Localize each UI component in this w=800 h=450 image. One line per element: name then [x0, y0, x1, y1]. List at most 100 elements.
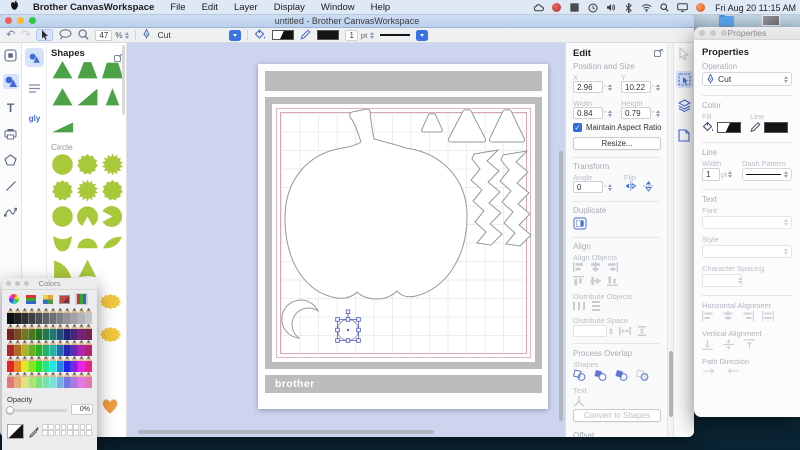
shape-item-scallop[interactable]	[101, 179, 124, 202]
x-stepper[interactable]	[607, 83, 612, 91]
desktop-file-icon[interactable]	[762, 15, 780, 26]
undo-icon[interactable]: ↶	[6, 30, 15, 41]
pencil-color[interactable]	[56, 356, 64, 372]
line-style-dropdown-button[interactable]	[416, 29, 429, 41]
edit-panel-icon[interactable]	[676, 71, 693, 88]
x-input[interactable]: 2.96	[573, 81, 603, 93]
operation-combo[interactable]: Cut	[702, 72, 792, 86]
text-valign-middle-icon[interactable]	[723, 339, 734, 350]
volume-icon[interactable]	[605, 2, 616, 13]
text-align-left-icon[interactable]	[702, 311, 714, 321]
pencil-color[interactable]	[14, 372, 22, 388]
distribute-v-icon[interactable]	[591, 301, 601, 311]
pencil-color[interactable]	[49, 356, 57, 372]
align-center-icon[interactable]	[590, 262, 601, 272]
pencil-color[interactable]	[21, 356, 29, 372]
orange-app-icon[interactable]	[695, 2, 706, 13]
text-valign-bottom-icon[interactable]	[702, 339, 713, 350]
polygon-tool[interactable]	[3, 152, 19, 167]
spotlight-icon[interactable]	[659, 2, 670, 13]
shape-item-lens-down[interactable]	[51, 231, 74, 254]
pencil-color[interactable]	[7, 356, 15, 372]
pencil-color[interactable]	[42, 356, 50, 372]
pencil-color[interactable]	[63, 340, 71, 356]
curve-tool[interactable]	[3, 204, 19, 219]
path-ltr-icon[interactable]	[702, 367, 716, 375]
triangle-shape-small[interactable]	[421, 113, 443, 133]
pencil-color[interactable]	[35, 340, 43, 356]
line-pen-icon[interactable]	[300, 28, 311, 42]
redo-icon[interactable]: ↷	[21, 30, 30, 41]
flip-vertical-icon[interactable]	[642, 180, 655, 194]
stroke-width-stepper[interactable]	[370, 31, 375, 39]
pencil-color[interactable]	[70, 324, 78, 340]
angle-input[interactable]: 0	[573, 181, 603, 193]
pointer-panel-icon[interactable]	[678, 46, 690, 65]
category-basic-shapes-icon[interactable]	[25, 48, 44, 67]
pencil-color[interactable]	[56, 340, 64, 356]
saved-swatch-cell[interactable]	[73, 430, 79, 436]
zoom-stepper[interactable]	[125, 31, 130, 39]
y-input[interactable]: 10.22	[621, 81, 651, 93]
space-h-icon[interactable]	[619, 326, 631, 336]
y-stepper[interactable]	[655, 83, 660, 91]
flip-horizontal-icon[interactable]	[624, 180, 637, 194]
pencil-color[interactable]	[49, 372, 57, 388]
text-align-right-icon[interactable]	[742, 311, 754, 321]
shape-item-heart[interactable]	[98, 395, 122, 416]
pencil-color[interactable]	[35, 324, 43, 340]
shape-item-burst[interactable]	[101, 153, 124, 176]
saved-swatch-cell[interactable]	[42, 424, 48, 430]
menu-item-file[interactable]: File	[162, 2, 193, 13]
opacity-value-box[interactable]: 0%	[71, 404, 93, 415]
distribute-h-icon[interactable]	[573, 301, 585, 311]
shape-item-pacman-down[interactable]	[76, 205, 99, 228]
canvas-area[interactable]: brother	[127, 43, 565, 437]
fill-bucket-icon[interactable]	[254, 28, 266, 42]
shapes-tool[interactable]	[2, 74, 19, 89]
pencil-color[interactable]	[21, 324, 29, 340]
pencil-color[interactable]	[70, 340, 78, 356]
menu-app-name[interactable]: Brother CanvasWorkspace	[25, 2, 162, 13]
shape-item-trapezoid[interactable]	[76, 58, 99, 81]
pencil-color[interactable]	[14, 324, 22, 340]
pencil-color[interactable]	[70, 372, 78, 388]
intersect-icon[interactable]	[615, 369, 628, 381]
current-color-swatch[interactable]	[7, 424, 24, 439]
pencil-color[interactable]	[56, 324, 64, 340]
text-align-center-icon[interactable]	[722, 311, 734, 321]
saved-swatch-cell[interactable]	[86, 430, 92, 436]
operation-dropdown-button[interactable]	[229, 29, 242, 41]
saved-swatch-cell[interactable]	[54, 430, 61, 436]
pencil-color[interactable]	[28, 324, 36, 340]
pencil-color[interactable]	[85, 372, 93, 388]
shape-item-ramp[interactable]	[51, 112, 74, 135]
apple-menu-icon[interactable]	[0, 0, 25, 14]
pencil-color[interactable]	[70, 356, 78, 372]
pencil-color[interactable]	[28, 356, 36, 372]
color-image-icon[interactable]	[58, 293, 71, 305]
pencil-color[interactable]	[35, 308, 43, 324]
weld-icon[interactable]	[573, 369, 586, 381]
text-justify-icon[interactable]	[762, 311, 774, 321]
pencil-color[interactable]	[49, 308, 57, 324]
edit-detach-icon[interactable]	[654, 48, 664, 59]
pencil-color[interactable]	[77, 356, 86, 372]
menu-item-display[interactable]: Display	[266, 2, 313, 13]
space-v-icon[interactable]	[637, 326, 647, 336]
saved-swatch-cell[interactable]	[86, 424, 92, 430]
menu-clock[interactable]: Fri Aug 20 11:15 AM	[713, 3, 796, 13]
wifi-icon[interactable]	[641, 2, 652, 13]
shape-item-oval-scallop[interactable]	[98, 293, 122, 314]
font-combo[interactable]	[702, 216, 792, 229]
pencil-color[interactable]	[28, 372, 36, 388]
shape-item-pacman-left[interactable]	[101, 205, 124, 228]
height-input[interactable]: 0.79	[621, 107, 651, 119]
maintain-aspect-checkbox[interactable]: ✓	[573, 123, 582, 132]
pencil-color[interactable]	[56, 308, 64, 324]
pencil-color[interactable]	[85, 324, 93, 340]
zigzag-shape-2[interactable]	[499, 150, 532, 247]
pencil-color[interactable]	[70, 308, 78, 324]
color-wheel-icon[interactable]	[7, 293, 20, 305]
import-tool[interactable]	[3, 126, 19, 141]
